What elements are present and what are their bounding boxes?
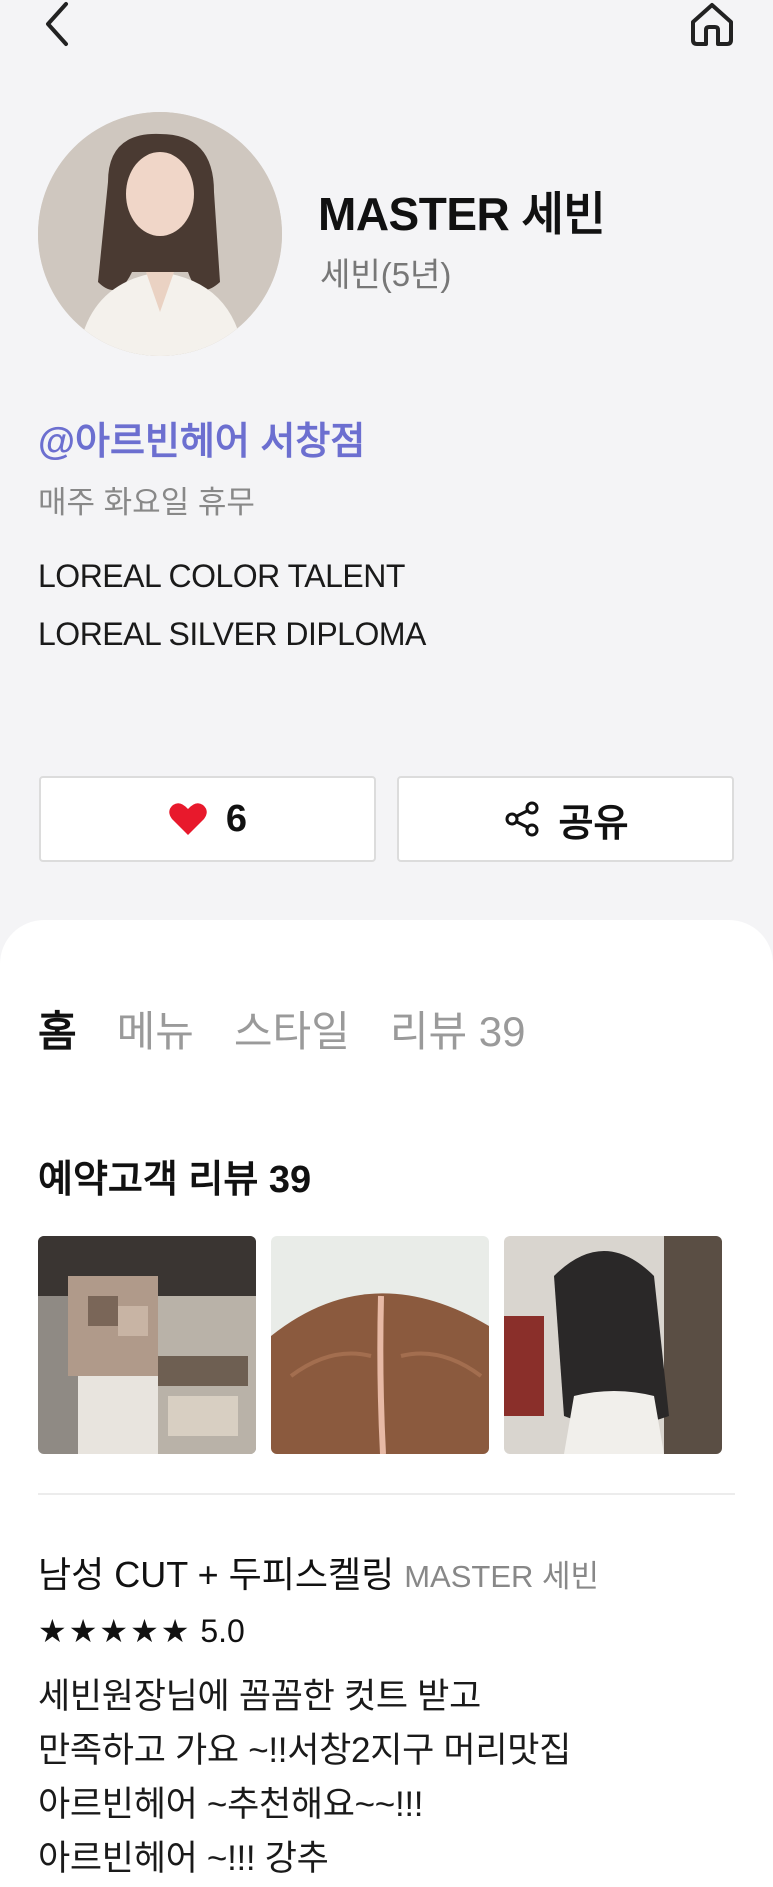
tab-home-label: 홈 <box>38 1008 77 1055</box>
review-photo[interactable] <box>271 1236 489 1454</box>
tab-bar: 홈 메뉴 스타일 리뷰 39 <box>34 998 566 1076</box>
like-count: 6 <box>225 797 248 840</box>
review-service: 남성 CUT + 두피스켈링 <box>38 1554 395 1595</box>
home-icon <box>691 3 733 46</box>
certification-item: LOREAL COLOR TALENT <box>38 558 405 594</box>
divider <box>38 1493 735 1495</box>
review-text-line: 아르빈헤어 ~!!! 강추 <box>38 1839 329 1878</box>
top-bar <box>0 0 773 60</box>
tab-reviews[interactable]: 리뷰 39 <box>390 998 526 1068</box>
certification-item: LOREAL SILVER DIPLOMA <box>38 616 426 652</box>
review-text-line: 세빈원장님에 꼼꼼한 컷트 받고 <box>38 1677 481 1716</box>
review-designer: MASTER 세빈 <box>404 1559 600 1594</box>
like-button[interactable]: 6 <box>39 776 376 862</box>
review-text-line: 아르빈헤어 ~추천해요~~!!! <box>38 1785 424 1824</box>
share-label: 공유 <box>558 802 629 845</box>
closed-day-text: 매주 화요일 휴무 <box>38 485 255 520</box>
review-photo-row <box>38 1236 722 1454</box>
review-section-title: 예약고객 리뷰 39 <box>38 1159 312 1201</box>
review-photo[interactable] <box>38 1236 256 1454</box>
salon-link[interactable]: @아르빈헤어 서창점 <box>38 410 365 465</box>
designer-avatar <box>38 112 282 356</box>
share-icon <box>505 801 539 837</box>
chevron-left-icon <box>46 2 68 46</box>
designer-name: MASTER 세빈 <box>318 188 606 240</box>
tab-menu[interactable]: 메뉴 <box>117 998 194 1068</box>
star-icon: ★★★★★ <box>38 1613 192 1649</box>
review-rating: ★★★★★ 5.0 <box>38 1612 245 1650</box>
designer-subtitle: 세빈(5년) <box>320 256 452 293</box>
share-button[interactable]: 공유 <box>397 776 734 862</box>
back-button[interactable] <box>36 0 80 50</box>
heart-icon <box>169 803 207 835</box>
review-photo[interactable] <box>504 1236 722 1454</box>
review-score: 5.0 <box>200 1613 245 1649</box>
tab-home[interactable]: 홈 <box>34 998 81 1076</box>
review-title: 남성 CUT + 두피스켈링 MASTER 세빈 <box>38 1546 599 1598</box>
review-text-line: 만족하고 가요 ~!!서창2지구 머리맛집 <box>38 1731 572 1770</box>
tab-style[interactable]: 스타일 <box>234 998 350 1068</box>
home-button[interactable] <box>687 0 737 50</box>
